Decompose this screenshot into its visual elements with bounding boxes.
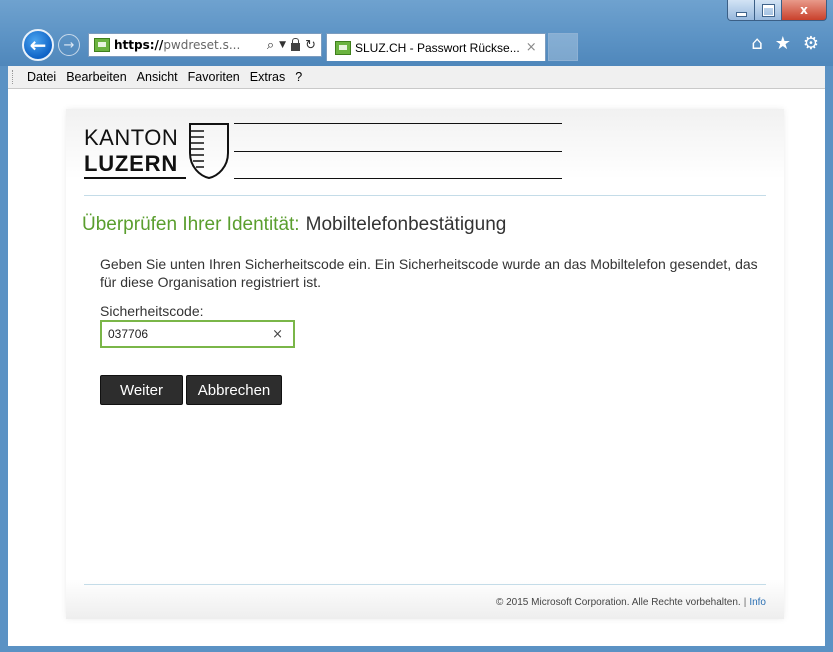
- info-link[interactable]: Info: [749, 597, 766, 608]
- footer-divider: [84, 584, 766, 585]
- new-tab-button[interactable]: [548, 33, 578, 61]
- menu-bar: Datei Bearbeiten Ansicht Favoriten Extra…: [8, 66, 825, 89]
- security-code-field[interactable]: ×: [100, 320, 295, 348]
- arrow-right-icon: →: [63, 37, 75, 53]
- copyright-text: © 2015 Microsoft Corporation. Alle Recht…: [495, 597, 741, 608]
- minimize-button[interactable]: [727, 0, 755, 21]
- refresh-icon[interactable]: ↻: [305, 38, 316, 53]
- page-title-method: Mobiltelefonbestätigung: [305, 214, 507, 235]
- cancel-button[interactable]: Abbrechen: [186, 375, 282, 405]
- browser-toolbar-icons: ⌂ ★ ⚙: [751, 33, 819, 54]
- coat-of-arms-icon: [189, 123, 229, 179]
- search-icon[interactable]: ⌕: [267, 38, 274, 53]
- address-bar-icons: ⌕ ▼ ↻: [267, 38, 321, 53]
- window-controls: x: [727, 0, 827, 22]
- window-border-left: [0, 66, 8, 652]
- browser-tab-active[interactable]: SLUZ.CH - Passwort Rückse... ×: [326, 33, 546, 61]
- forward-button[interactable]: →: [58, 34, 80, 56]
- logo-rules: [234, 123, 562, 179]
- url-scheme: https://: [114, 38, 164, 52]
- lock-icon[interactable]: [291, 38, 301, 51]
- footer: © 2015 Microsoft Corporation. Alle Recht…: [496, 597, 766, 608]
- next-button[interactable]: Weiter: [100, 375, 183, 405]
- menu-help[interactable]: ?: [290, 70, 307, 84]
- footer-separator: |: [743, 597, 747, 608]
- header-divider: [84, 195, 766, 196]
- star-icon[interactable]: ★: [775, 33, 791, 54]
- maximize-button[interactable]: [755, 0, 782, 21]
- back-button[interactable]: ←: [22, 29, 54, 61]
- menu-extras[interactable]: Extras: [245, 70, 290, 84]
- menu-favoriten[interactable]: Favoriten: [183, 70, 245, 84]
- page-title-step: Überprüfen Ihrer Identität:: [82, 214, 300, 235]
- logo-underline: [84, 177, 186, 179]
- menu-datei[interactable]: Datei: [22, 70, 61, 84]
- window-border-right: [825, 66, 833, 652]
- logo-text-kanton: KANTON: [84, 125, 179, 150]
- clear-input-icon[interactable]: ×: [272, 327, 283, 342]
- security-code-label: Sicherheitscode:: [100, 303, 204, 319]
- close-icon: x: [800, 3, 808, 17]
- tab-close-icon[interactable]: ×: [526, 40, 537, 55]
- site-favicon-icon: [94, 38, 110, 52]
- instruction-text: Geben Sie unten Ihren Sicherheitscode ei…: [100, 256, 758, 290]
- page-title: Überprüfen Ihrer Identität: Mobiltelefon…: [82, 213, 506, 236]
- arrow-left-icon: ←: [29, 33, 47, 57]
- security-code-input[interactable]: [106, 326, 260, 342]
- dropdown-icon[interactable]: ▼: [279, 40, 286, 50]
- home-icon[interactable]: ⌂: [751, 33, 762, 54]
- address-bar[interactable]: https:// pwdreset.s... ⌕ ▼ ↻: [88, 33, 322, 57]
- logo-text-luzern: LUZERN: [84, 151, 179, 176]
- menu-bearbeiten[interactable]: Bearbeiten: [61, 70, 131, 84]
- password-reset-card: KANTON LUZERN Überprüfen Ihrer Identität…: [66, 109, 784, 619]
- window-border-bottom: [0, 646, 833, 652]
- close-window-button[interactable]: x: [782, 0, 827, 21]
- menu-grip: [12, 70, 16, 84]
- page-content: KANTON LUZERN Überprüfen Ihrer Identität…: [8, 89, 825, 646]
- kanton-luzern-logo: KANTON LUZERN: [84, 123, 564, 185]
- tab-title: SLUZ.CH - Passwort Rückse...: [355, 40, 520, 55]
- gear-icon[interactable]: ⚙: [803, 33, 819, 54]
- tab-favicon-icon: [335, 40, 351, 55]
- menu-ansicht[interactable]: Ansicht: [132, 70, 183, 84]
- url-host: pwdreset.s...: [163, 38, 241, 52]
